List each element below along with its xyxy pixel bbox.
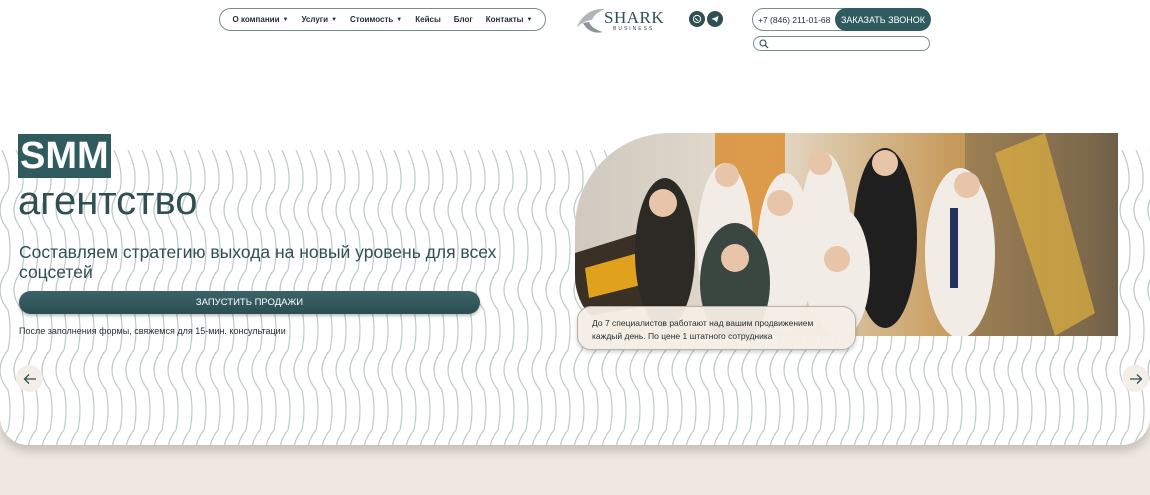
slider-prev-button[interactable]	[16, 365, 43, 392]
main-nav: О компании ▼ Услуги ▼ Стоимость ▼ Кейсы Блог Кон…	[219, 8, 546, 31]
hero-title-highlight: SMM	[18, 134, 111, 178]
hero-subtitle: Составляем стратегию выхода на новый уро…	[19, 242, 497, 282]
telegram-button[interactable]	[707, 11, 723, 27]
contact-box: +7 (846) 211-01-68 ЗАКАЗАТЬ ЗВОНОК	[752, 8, 931, 31]
whatsapp-icon	[692, 14, 702, 24]
nav-item-2[interactable]: Стоимость ▼	[350, 15, 402, 24]
logo-subtitle: BUSINESS	[613, 26, 655, 32]
phone-number[interactable]: +7 (846) 211-01-68	[758, 15, 830, 25]
nav-item-0[interactable]: О компании ▼	[233, 15, 289, 24]
nav-item-1[interactable]: Услуги ▼	[301, 15, 337, 24]
caption-line-1: До 7 специалистов работают над вашим про…	[592, 318, 814, 328]
caption-line-2: каждый день. По цене 1 штатного сотрудни…	[592, 331, 773, 341]
start-sales-button[interactable]: ЗАПУСТИТЬ ПРОДАЖИ	[19, 291, 480, 314]
order-call-button[interactable]: ЗАКАЗАТЬ ЗВОНОК	[835, 8, 931, 31]
telegram-icon	[711, 16, 719, 23]
chevron-down-icon: ▼	[526, 16, 533, 23]
slider-next-button[interactable]	[1122, 365, 1149, 392]
nav-item-4[interactable]: Блог	[454, 15, 473, 24]
arrow-right-icon	[1129, 373, 1142, 384]
form-note: После заполнения формы, свяжемся для 15-…	[19, 326, 286, 336]
nav-item-label: Блог	[453, 15, 473, 24]
hero-section: О компании ▼ Услуги ▼ Стоимость ▼ Кейсы Блог Кон…	[0, 0, 1150, 445]
chevron-down-icon: ▼	[282, 16, 289, 23]
nav-item-label: Услуги	[301, 15, 329, 24]
whatsapp-button[interactable]	[689, 11, 705, 27]
chevron-down-icon: ▼	[396, 16, 403, 23]
nav-item-label: О компании	[232, 15, 280, 24]
logo-name: SHARK	[604, 8, 665, 27]
nav-item-3[interactable]: Кейсы	[415, 15, 441, 24]
team-caption: До 7 специалистов работают над вашим про…	[577, 306, 856, 350]
search-bar	[753, 36, 930, 51]
arrow-left-icon	[23, 373, 36, 384]
page: О компании ▼ Услуги ▼ Стоимость ▼ Кейсы Блог Кон…	[0, 0, 1150, 495]
nav-item-label: Стоимость	[350, 15, 394, 24]
hero-title: агентство	[18, 179, 198, 223]
logo[interactable]: SHARK BUSINESS	[574, 3, 664, 37]
nav-item-label: Контакты	[485, 15, 524, 24]
nav-item-label: Кейсы	[415, 15, 441, 24]
chevron-down-icon: ▼	[331, 16, 338, 23]
nav-item-5[interactable]: Контакты ▼	[486, 15, 533, 24]
search-icon	[759, 39, 769, 49]
search-input[interactable]	[772, 38, 922, 49]
shark-logo-icon	[577, 8, 605, 33]
